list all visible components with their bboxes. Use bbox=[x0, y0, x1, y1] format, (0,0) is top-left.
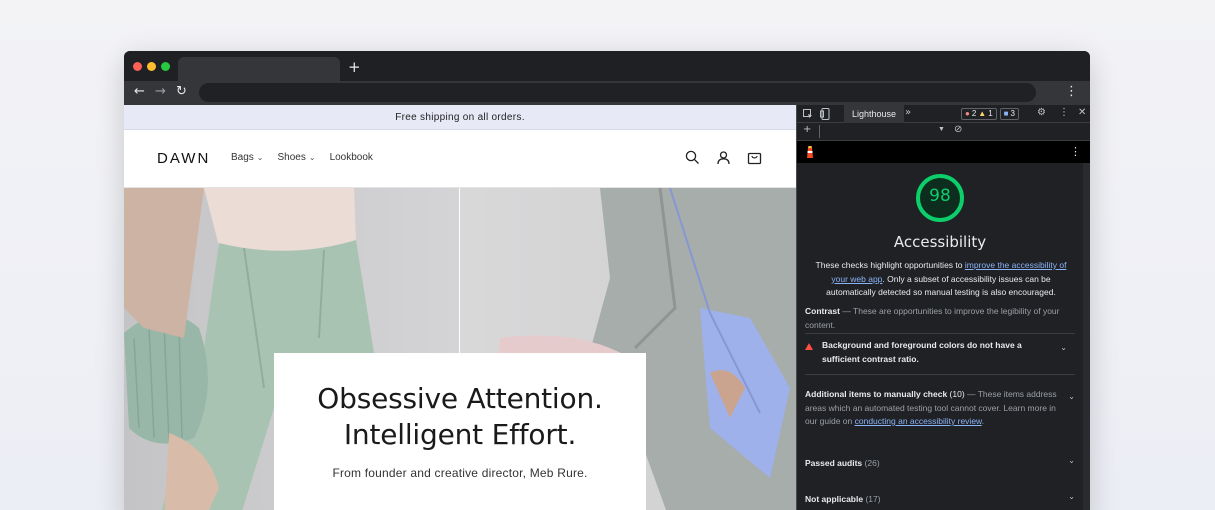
hero-banner: Obsessive Attention. Intelligent Effort.… bbox=[124, 188, 796, 510]
hero-headline: Obsessive Attention. Intelligent Effort. bbox=[274, 381, 646, 453]
menu-item-bags[interactable]: Bags ⌄ bbox=[231, 152, 264, 163]
lighthouse-report: 98 Accessibility These checks highlight … bbox=[797, 163, 1090, 510]
divider bbox=[805, 333, 1075, 334]
report-scrollbar[interactable] bbox=[1083, 163, 1090, 510]
devtools-panel: Lighthouse » ● 2 ▲ 1 ■ 3 ⚙ ⋮ ✕ + ▼ ⊘ ⋮ 98 bbox=[796, 105, 1090, 510]
devtools-menu-icon[interactable]: ⋮ bbox=[1059, 107, 1069, 118]
title-bar: + bbox=[124, 51, 1090, 81]
category-title: Accessibility bbox=[893, 233, 987, 251]
errors-badge[interactable]: ● 2 ▲ 1 bbox=[961, 108, 997, 120]
new-report-icon[interactable]: + bbox=[803, 124, 811, 135]
inspect-element-icon[interactable] bbox=[803, 109, 813, 119]
clear-icon[interactable]: ⊘ bbox=[954, 124, 962, 135]
chevron-down-icon[interactable]: ⌄ bbox=[1068, 456, 1075, 465]
menu-item-lookbook[interactable]: Lookbook bbox=[330, 152, 373, 163]
fail-triangle-icon bbox=[805, 343, 813, 350]
browser-toolbar: ← → ↻ ⋮ bbox=[124, 81, 1090, 105]
not-applicable-group[interactable]: Not applicable (17) bbox=[805, 494, 881, 504]
contrast-group: Contrast — These are opportunities to im… bbox=[805, 305, 1073, 332]
address-bar[interactable] bbox=[199, 83, 1036, 102]
store-page: Free shipping on all orders. DAWN Bags ⌄ … bbox=[124, 105, 796, 510]
errors-count: 2 bbox=[971, 109, 977, 118]
reload-icon[interactable]: ↻ bbox=[176, 84, 187, 99]
messages-badge[interactable]: ■ 3 bbox=[999, 108, 1019, 120]
hero-headline-line1: Obsessive Attention. bbox=[317, 382, 603, 415]
hero-subheading: From founder and creative director, Meb … bbox=[332, 466, 588, 480]
header-icons bbox=[685, 150, 762, 165]
manual-checks-period: . bbox=[981, 416, 985, 426]
passed-audits-label: Passed audits bbox=[805, 458, 863, 468]
manual-checks-group[interactable]: Additional items to manually check (10) … bbox=[805, 388, 1067, 429]
menu-item-shoes[interactable]: Shoes ⌄ bbox=[278, 152, 316, 163]
menu-item-label: Shoes bbox=[277, 152, 306, 163]
chevron-down-icon: ⌄ bbox=[256, 153, 264, 162]
contrast-title: Contrast bbox=[805, 306, 840, 316]
devtools-tabbar: Lighthouse » ● 2 ▲ 1 ■ 3 ⚙ ⋮ ✕ bbox=[797, 105, 1090, 123]
messages-count: 3 bbox=[1010, 109, 1015, 118]
description-text: These checks highlight opportunities to bbox=[815, 260, 965, 270]
lighthouse-toolbar: + ▼ ⊘ bbox=[797, 123, 1090, 141]
accessibility-score: 98 bbox=[929, 186, 951, 206]
forward-arrow-icon[interactable]: → bbox=[155, 84, 166, 99]
warnings-count: 1 bbox=[988, 109, 993, 118]
not-applicable-count: (17) bbox=[863, 494, 881, 504]
chevron-down-icon[interactable]: ▼ bbox=[938, 126, 945, 133]
manual-checks-count: (10) bbox=[947, 389, 965, 399]
category-description: These checks highlight opportunities to … bbox=[807, 259, 1075, 300]
hero-headline-line2: Intelligent Effort. bbox=[343, 418, 577, 451]
menu-item-label: Bags bbox=[231, 152, 254, 163]
passed-audits-count: (26) bbox=[862, 458, 880, 468]
search-icon[interactable] bbox=[685, 150, 700, 165]
message-icon: ■ bbox=[1003, 109, 1009, 118]
more-tabs-icon[interactable]: » bbox=[905, 107, 911, 118]
chevron-down-icon[interactable]: ⌄ bbox=[1068, 392, 1075, 401]
contrast-description: — These are opportunities to improve the… bbox=[805, 306, 1060, 330]
cart-icon[interactable] bbox=[747, 150, 762, 165]
divider bbox=[805, 374, 1075, 375]
report-menu-icon[interactable]: ⋮ bbox=[1070, 145, 1081, 158]
chevron-down-icon[interactable]: ⌄ bbox=[1060, 343, 1067, 352]
chevron-down-icon: ⌄ bbox=[308, 153, 316, 162]
main-menu: Bags ⌄ Shoes ⌄ Lookbook bbox=[231, 152, 373, 163]
minimize-window-button[interactable] bbox=[147, 62, 156, 71]
warning-icon: ▲ bbox=[978, 109, 987, 118]
account-icon[interactable] bbox=[716, 150, 731, 165]
browser-tab[interactable] bbox=[178, 57, 340, 81]
chevron-down-icon[interactable]: ⌄ bbox=[1068, 492, 1075, 501]
manual-checks-title: Additional items to manually check bbox=[805, 389, 948, 399]
gear-icon[interactable]: ⚙ bbox=[1037, 107, 1046, 118]
close-window-button[interactable] bbox=[133, 62, 142, 71]
error-icon: ● bbox=[965, 109, 970, 118]
failed-audit-title: Background and foreground colors do not … bbox=[822, 340, 1022, 364]
issue-badges[interactable]: ● 2 ▲ 1 ■ 3 bbox=[961, 108, 1019, 120]
close-icon[interactable]: ✕ bbox=[1078, 107, 1086, 118]
report-selector[interactable] bbox=[819, 125, 947, 138]
new-tab-button[interactable]: + bbox=[348, 58, 361, 76]
back-arrow-icon[interactable]: ← bbox=[134, 84, 145, 99]
passed-audits-group[interactable]: Passed audits (26) bbox=[805, 458, 880, 468]
report-topbar: ⋮ bbox=[797, 141, 1090, 163]
browser-menu-icon[interactable]: ⋮ bbox=[1065, 84, 1078, 99]
not-applicable-label: Not applicable bbox=[805, 494, 864, 504]
device-toolbar-icon[interactable] bbox=[820, 108, 830, 120]
tab-lighthouse[interactable]: Lighthouse bbox=[844, 105, 905, 123]
browser-window: + ← → ↻ ⋮ Free shipping on all orders. D… bbox=[124, 51, 1090, 510]
announcement-bar: Free shipping on all orders. bbox=[124, 105, 796, 130]
hero-text-card: Obsessive Attention. Intelligent Effort.… bbox=[274, 353, 646, 510]
lighthouse-logo-icon bbox=[807, 146, 813, 158]
accessibility-review-link[interactable]: conducting an accessibility review bbox=[855, 416, 982, 426]
failed-audit-contrast[interactable]: Background and foreground colors do not … bbox=[805, 339, 1075, 369]
maximize-window-button[interactable] bbox=[161, 62, 170, 71]
store-logo[interactable]: DAWN bbox=[157, 150, 210, 167]
store-header: DAWN Bags ⌄ Shoes ⌄ Lookbook bbox=[124, 130, 796, 188]
